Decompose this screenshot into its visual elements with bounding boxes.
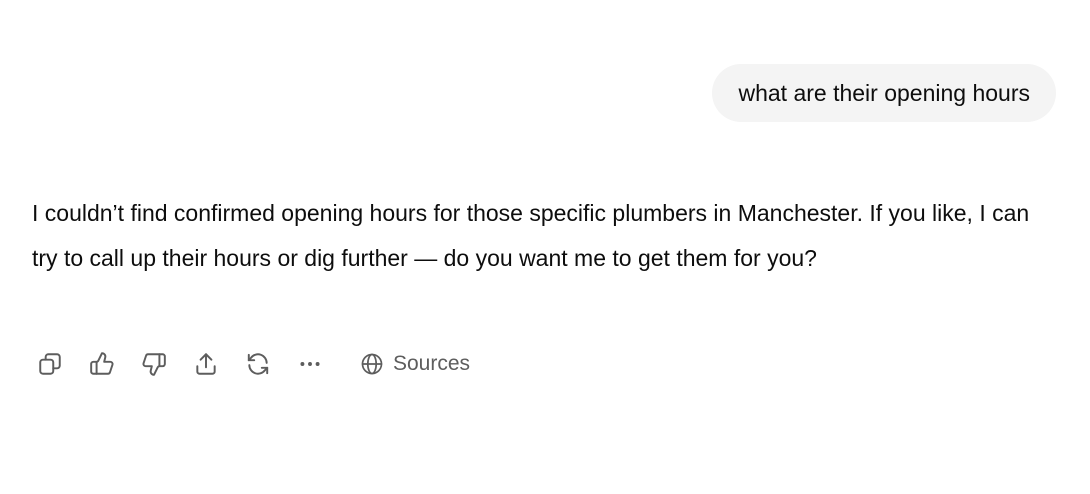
sources-button[interactable]: Sources xyxy=(356,346,474,382)
copy-icon xyxy=(39,353,61,375)
thumbs-up-button[interactable] xyxy=(84,346,120,382)
user-message-bubble: what are their opening hours xyxy=(712,64,1056,122)
regenerate-button[interactable] xyxy=(240,346,276,382)
copy-button[interactable] xyxy=(32,346,68,382)
user-message-text: what are their opening hours xyxy=(738,79,1030,106)
assistant-message-text: I couldn’t find confirmed opening hours … xyxy=(32,200,1030,271)
sources-label: Sources xyxy=(393,352,471,375)
more-icon xyxy=(300,362,320,366)
thumbs-down-icon xyxy=(142,353,166,376)
globe-icon xyxy=(361,353,383,375)
share-icon xyxy=(196,353,216,375)
thumbs-down-button[interactable] xyxy=(136,346,172,382)
thumbs-up-icon xyxy=(90,352,114,375)
regenerate-icon xyxy=(247,353,269,375)
message-action-bar: Sources xyxy=(32,346,474,382)
share-button[interactable] xyxy=(188,346,224,382)
more-options-button[interactable] xyxy=(292,346,328,382)
